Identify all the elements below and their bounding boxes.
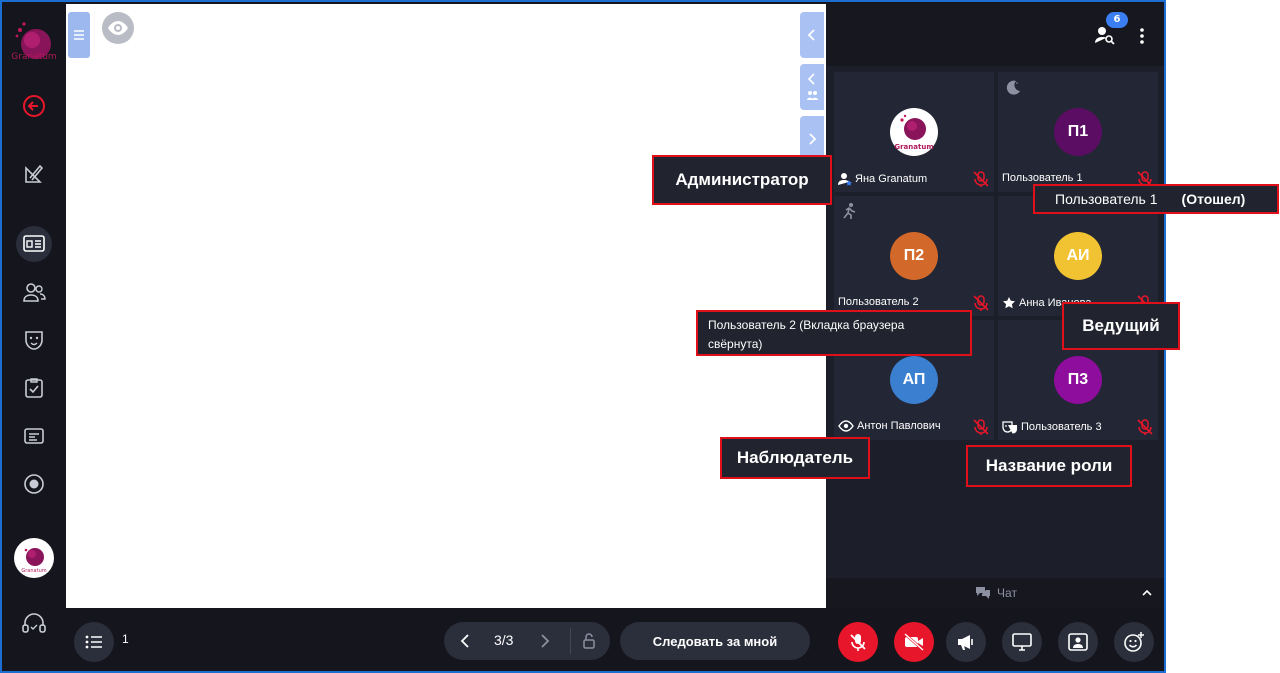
slide-pager: 3/3 [444,622,610,660]
callout-presenter: Ведущий [1062,302,1180,350]
kebab-menu-icon [1140,28,1144,44]
page-indicator: 3/3 [494,632,514,648]
checklist-icon[interactable] [16,370,52,406]
participants-panel-tab[interactable] [800,64,824,110]
mic-off-icon [972,418,990,436]
chevron-up-icon [1142,589,1152,596]
callout-administrator: Администратор [652,155,832,205]
svg-text:Granatum: Granatum [894,143,933,151]
participant-avatar: АП [890,356,938,404]
camera-toggle-button[interactable] [894,622,934,662]
chat-icon [976,587,991,599]
view-mode-button[interactable] [102,12,134,44]
chat-toggle-bar[interactable]: Чат [826,578,1164,608]
people-toggle-icon [807,73,818,100]
prev-slide-button[interactable] [458,632,472,654]
slide-count: 1 [122,632,129,646]
emoji-add-icon [1124,632,1144,652]
participant-name-row: Яна Granatum [838,172,927,186]
slides-list-button[interactable] [74,622,114,662]
app-window: Granatum Granatum 6 Granatum Яна Granatu… [0,0,1166,673]
chevron-left-icon [807,29,815,41]
callout-user1-away: Пользователь 1 (Отошел) [1033,184,1279,214]
mic-off-icon [972,170,990,188]
callout-user1-status: (Отошел) [1181,191,1246,207]
participant-name: Пользователь 2 [838,296,919,308]
granatum-logo-icon: Granatum [894,114,934,151]
profile-avatar-icon[interactable]: Granatum [14,538,54,578]
running-person-icon [840,202,858,220]
person-screen-icon [1068,633,1088,651]
record-icon[interactable] [16,466,52,502]
admin-icon [838,173,852,186]
participant-name-row: Пользователь 3 [1002,420,1102,434]
brand-logo-text: Granatum [11,52,57,62]
support-headset-icon[interactable] [16,606,52,642]
participant-avatar: П2 [890,232,938,280]
bottom-toolbar: 1 3/3 Следовать за мной [66,608,1164,671]
announce-button[interactable] [946,622,986,662]
participant-name: Антон Павлович [857,420,941,432]
subtitles-icon[interactable] [16,418,52,454]
callout-user1-name: Пользователь 1 [1055,191,1158,207]
screen-share-button[interactable] [1002,622,1042,662]
chevron-left-icon [460,634,469,648]
eye-icon [838,420,854,432]
pencil-ruler-icon[interactable] [16,156,52,192]
eye-icon [108,21,128,35]
participant-tile[interactable]: АИ Анна Иванова [998,196,1158,316]
participant-tile[interactable]: П1 Пользователь 1 [998,72,1158,192]
callout-role-name: Название роли [966,445,1132,487]
monitor-icon [1012,633,1032,651]
follow-me-button[interactable]: Следовать за мной [620,622,810,660]
participant-name-row: Пользователь 1 [1002,172,1083,184]
whiteboard-menu-button[interactable] [68,12,90,58]
participant-name: Пользователь 1 [1002,172,1083,184]
megaphone-icon [958,635,973,650]
chevron-right-icon [809,133,817,145]
callout-observer: Наблюдатель [720,437,870,479]
pager-divider [570,628,571,654]
moon-icon [1004,78,1022,96]
panel-header: 6 [826,4,1164,66]
participant-name: Яна Granatum [855,173,928,185]
lock-button[interactable] [582,632,596,654]
participant-name: Пользователь 3 [1021,421,1102,433]
participant-avatar: П3 [1054,356,1102,404]
participant-avatar: Granatum [890,108,938,156]
users-icon[interactable] [16,274,52,310]
mic-off-icon [850,634,866,651]
reactions-button[interactable] [1114,622,1154,662]
callout-user2-minimized: Пользователь 2 (Вкладка браузера свёрнут… [696,310,972,356]
lock-icon [583,633,595,649]
mask-icon [1002,421,1017,434]
presenter-view-button[interactable] [1058,622,1098,662]
star-icon [1003,297,1015,309]
next-slide-button[interactable] [538,632,552,654]
list-icon [85,635,102,649]
participant-tile[interactable]: П2 Пользователь 2 [834,196,994,316]
svg-text:Granatum: Granatum [21,568,46,574]
participants-count-badge: 6 [1106,12,1128,28]
participant-name-row: Антон Павлович [838,420,941,432]
whiteboard-canvas[interactable] [66,4,826,608]
theater-mask-icon[interactable] [16,322,52,358]
chevron-right-icon [541,634,550,648]
hamburger-icon [74,30,84,40]
back-arrow-icon[interactable] [16,88,52,124]
more-options-button[interactable] [1132,24,1152,48]
participant-tile[interactable]: Granatum Яна Granatum [834,72,994,192]
left-sidebar: Granatum Granatum [2,2,66,671]
camera-off-icon [904,633,924,651]
presentation-icon[interactable] [16,226,52,262]
participant-avatar: АИ [1054,232,1102,280]
participant-name-row: Пользователь 2 [838,296,919,308]
mic-toggle-button[interactable] [838,622,878,662]
mic-off-icon [972,294,990,312]
participant-avatar: П1 [1054,108,1102,156]
chat-label: Чат [997,586,1017,600]
collapse-panel-tab[interactable] [800,12,824,58]
mic-off-icon [1136,418,1154,436]
